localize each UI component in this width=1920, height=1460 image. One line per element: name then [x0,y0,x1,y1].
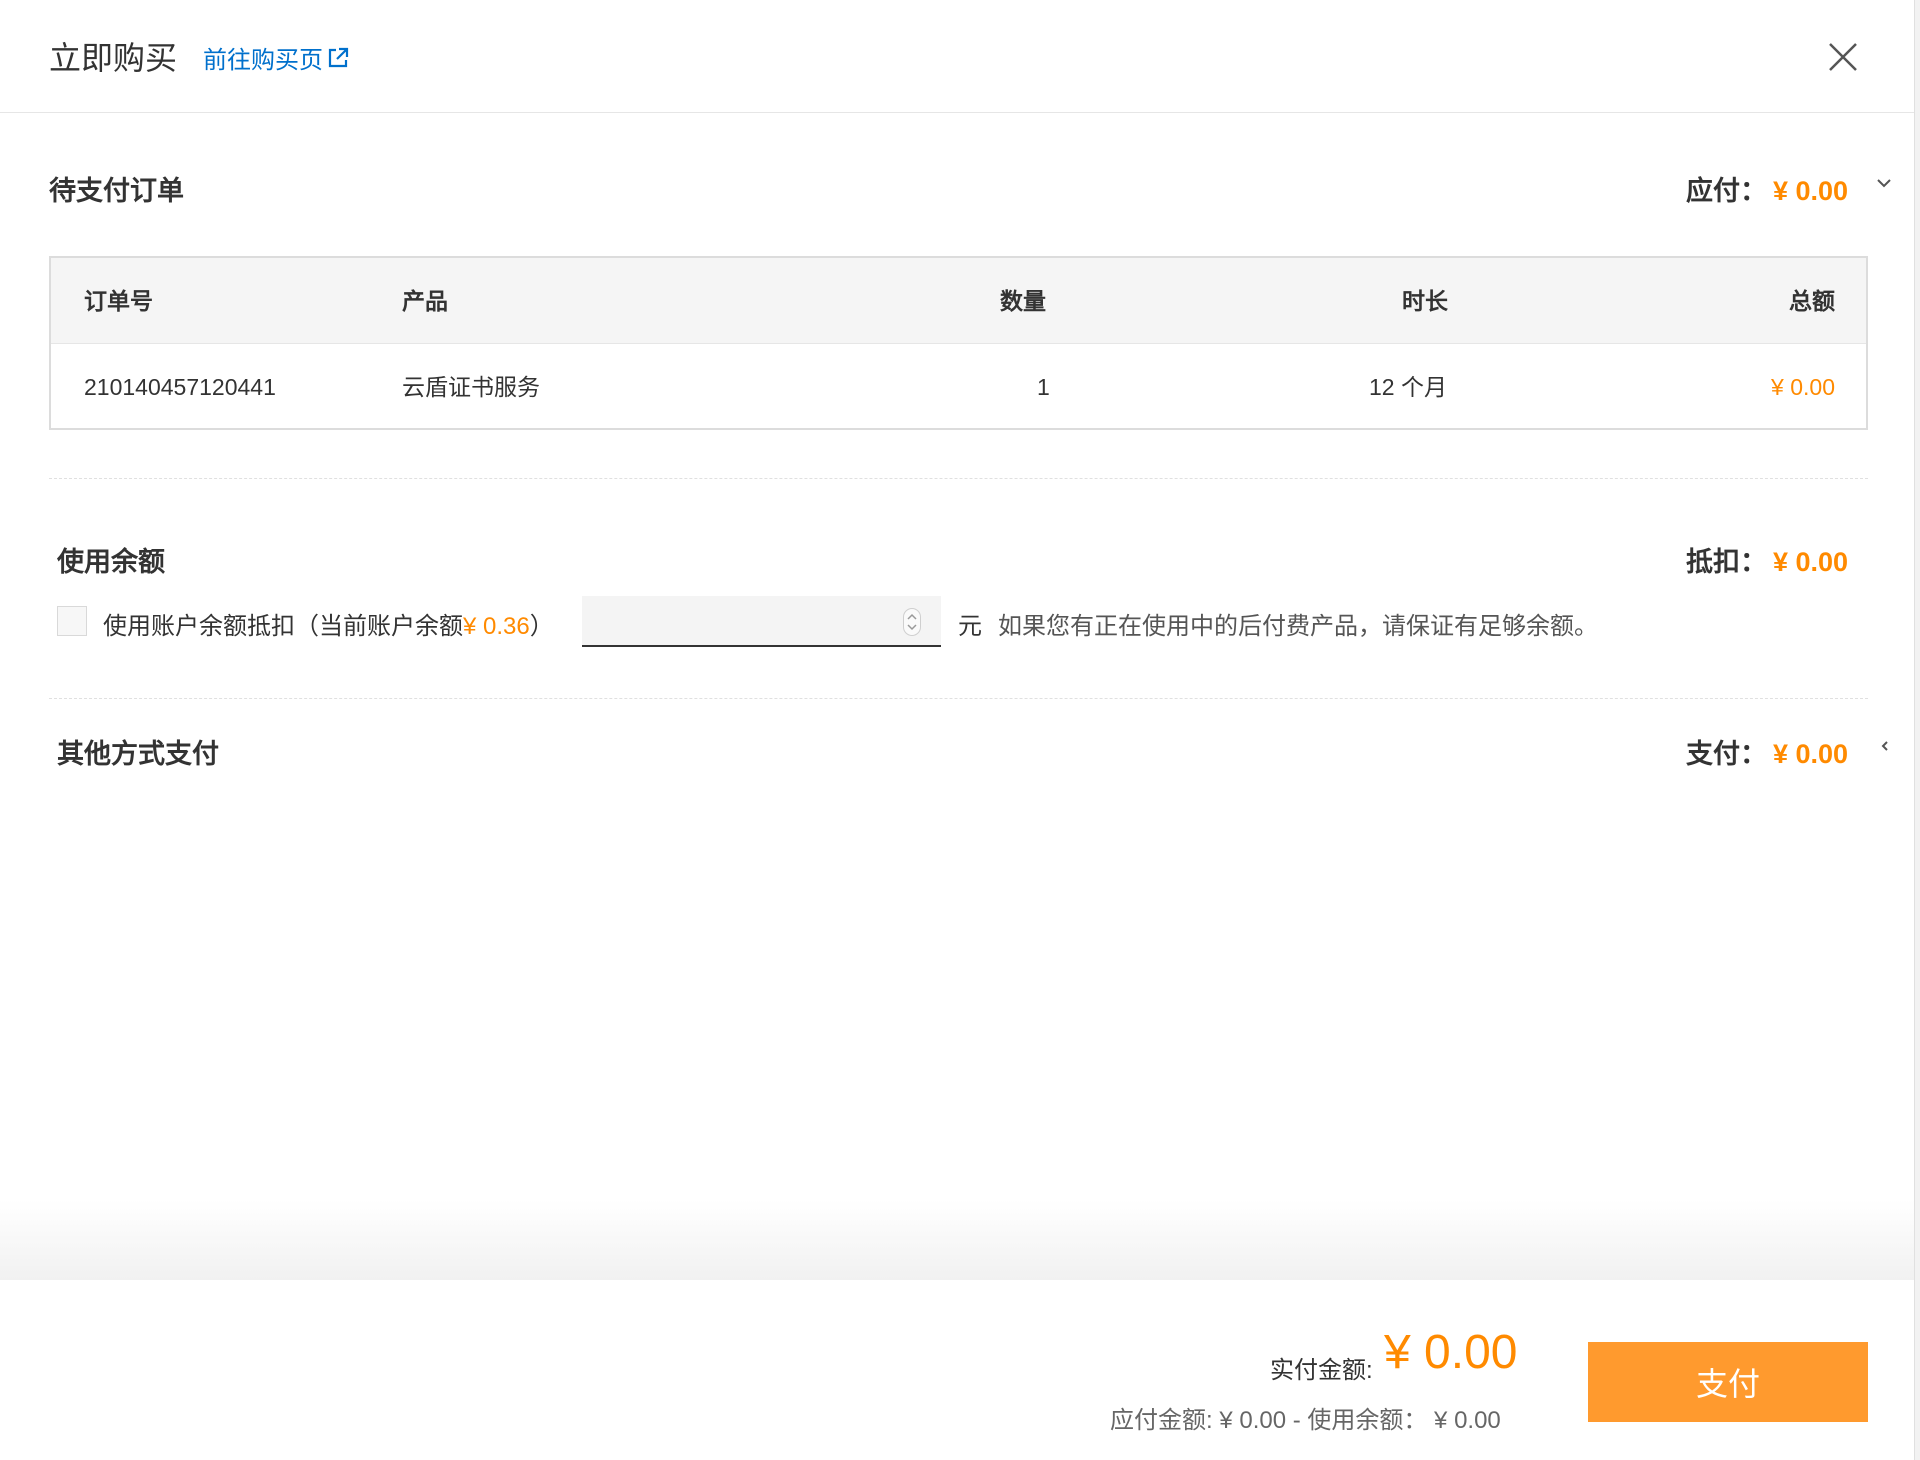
pending-amount-label: 应付： [1686,176,1767,206]
header-quantity: 数量 [1000,288,1046,314]
pay-button[interactable]: 支付 [1588,1342,1868,1422]
external-link-icon [328,47,349,67]
other-payment-amount-value: ¥ 0.00 [1773,739,1849,769]
use-balance-label-suffix: ） [529,613,554,640]
close-icon[interactable] [1826,40,1860,74]
pending-orders-title: 待支付订单 [49,176,184,206]
footer-shadow [0,1200,1914,1280]
deduction-amount-label: 抵扣： [1686,547,1767,577]
header-duration: 时长 [1402,288,1448,314]
use-balance-checkbox[interactable] [57,606,87,636]
table-header: 订单号 产品 数量 时长 总额 [51,258,1866,344]
payment-formula: 应付金额: ¥ 0.00 - 使用余额： ¥ 0.00 [1110,1407,1501,1434]
other-payment-amount-label: 支付： [1686,739,1767,769]
use-balance-title: 使用余额 [57,547,165,577]
dialog-header: 立即购买 前往购买页 [0,0,1920,113]
pending-amount: 应付： ¥ 0.00 [1686,169,1848,208]
goto-purchase-page-link[interactable]: 前往购买页 [203,40,350,75]
use-balance-label-prefix: 使用账户余额抵扣（当前账户余额 [103,613,463,640]
header-total: 总额 [1789,288,1835,314]
cell-product: 云盾证书服务 [402,374,540,400]
other-payment-amount: 支付： ¥ 0.00 [1686,732,1848,771]
chevron-left-icon[interactable] [1876,737,1894,755]
deduction-amount-value: ¥ 0.00 [1773,547,1849,577]
pending-amount-value: ¥ 0.00 [1773,176,1849,206]
use-balance-label: 使用账户余额抵扣（当前账户余额¥ 0.36） [103,606,554,641]
scrollbar-track[interactable] [1914,0,1920,1460]
current-balance-value: ¥ 0.36 [463,613,530,640]
deduction-amount: 抵扣： ¥ 0.00 [1686,540,1848,579]
balance-hint: 如果您有正在使用中的后付费产品，请保证有足够余额。 [998,613,1598,640]
divider [49,698,1868,699]
header-order-no: 订单号 [84,288,153,314]
header-product: 产品 [402,288,448,314]
cell-duration: 12 个月 [1369,374,1447,400]
divider [49,478,1868,479]
actual-payment-value: ¥ 0.00 [1384,1326,1518,1379]
chevron-down-icon[interactable] [1875,174,1893,192]
cell-total: ¥ 0.00 [1771,374,1835,400]
table-row: 210140457120441 云盾证书服务 1 12 个月 ¥ 0.00 [51,344,1866,430]
balance-amount-input[interactable] [582,596,941,647]
number-stepper[interactable] [903,608,921,636]
order-table: 订单号 产品 数量 时长 总额 210140457120441 云盾证书服务 1… [49,256,1868,430]
currency-unit-label: 元 [958,613,982,640]
cell-order-no: 210140457120441 [84,374,276,400]
goto-purchase-page-label: 前往购买页 [203,47,323,74]
dialog-title: 立即购买 [49,40,178,76]
cell-quantity: 1 [1037,374,1050,400]
stepper-arrows-icon [907,613,917,631]
other-payment-title: 其他方式支付 [57,739,219,769]
actual-payment-label: 实付金额: [1270,1357,1373,1384]
